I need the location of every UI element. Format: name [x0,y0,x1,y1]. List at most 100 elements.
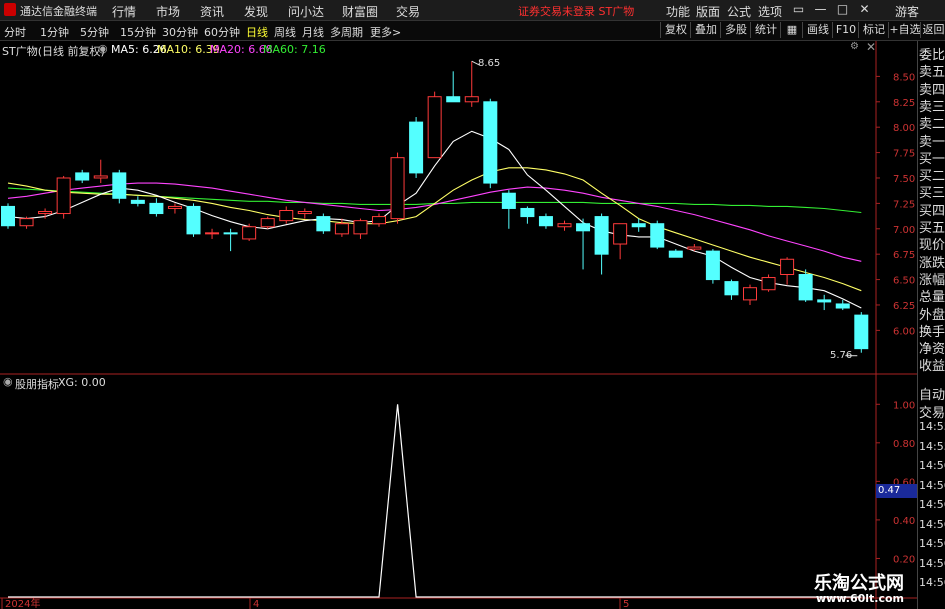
menu-ask[interactable]: 问小达 [288,3,324,20]
candle-body [687,246,702,250]
candle [705,249,720,284]
candle [353,218,368,239]
tab-30min[interactable]: 30分钟 [162,24,198,40]
candle-body [613,223,628,245]
menu-options[interactable]: 选项 [758,3,782,20]
candle [1,203,15,229]
side-label: 净资 [919,342,945,358]
menu-news[interactable]: 资讯 [200,3,224,20]
side-label: 现价 [919,238,945,254]
tab-15min[interactable]: 15分钟 [120,24,156,40]
grid-icon[interactable]: ▦ [780,22,803,38]
candle-body [427,96,442,159]
menu-layout[interactable]: 版面 [696,3,720,20]
minimize-icon[interactable]: — [812,1,829,18]
candle [798,269,813,302]
side-label: 卖三 [919,99,945,115]
candle [613,223,628,260]
candle [854,312,869,353]
candle-body [798,273,813,301]
candle [520,206,535,224]
candle-body [724,281,739,296]
statistics-button[interactable]: 统计 [750,22,781,38]
candle [19,216,34,229]
candle [724,279,739,300]
overlay-button[interactable]: 叠加 [690,22,721,38]
tab-5min[interactable]: 5分钟 [80,24,109,40]
indicator-axis: 1.000.800.600.400.20 [876,400,915,565]
price-tick-label: 6.00 [893,326,915,337]
side-label: 涨幅 [919,272,945,288]
side-label: 外盘 [919,307,945,323]
add-watchlist-button[interactable]: +自选 [888,22,921,38]
tab-weekly[interactable]: 周线 [274,24,296,40]
mark-button[interactable]: 标记 [858,22,889,38]
side-label: 买三 [919,186,945,202]
price-tick-label: 7.75 [893,149,915,160]
indicator-toggle-icon[interactable]: ◉ [3,375,13,388]
maximize-icon[interactable]: □ [834,1,851,18]
tab-1min[interactable]: 1分钟 [40,24,69,40]
candle-body [668,250,683,258]
tab-daily[interactable]: 日线 [246,24,268,40]
tab-60min[interactable]: 60分钟 [204,24,240,40]
candle [576,218,591,270]
price-tick-label: 6.50 [893,276,915,287]
candle [316,213,331,234]
adjust-button[interactable]: 复权 [660,22,691,38]
menu-market[interactable]: 市场 [156,3,180,20]
menu-wealth[interactable]: 财富圈 [342,3,378,20]
tab-multi-period[interactable]: 多周期 [330,24,363,40]
candle [205,228,220,239]
draw-line-button[interactable]: 画线 [802,22,833,38]
indicator-tick-label: 0.40 [893,516,915,527]
ma10-line [7,167,862,292]
indicator-tick-label: 0.20 [893,554,915,565]
back-button[interactable]: 返回 [920,22,945,38]
candle [780,257,795,285]
candle-body [557,223,572,228]
kline-chart[interactable]: 8.50 8.25 8.00 7.75 7.50 7.25 7.00 6.75 6.50 6.25… [0,41,917,609]
side-label: 卖一 [919,134,945,150]
menu-quotes[interactable]: 行情 [112,3,136,20]
menu-formula[interactable]: 公式 [727,3,751,20]
multi-stock-button[interactable]: 多股 [720,22,751,38]
tab-intraday[interactable]: 分时 [4,24,26,40]
candle-body [464,96,479,103]
candle [464,61,479,107]
candle-body [520,207,535,218]
side-label: 买五 [919,221,945,236]
trade-time: 14:56 [919,537,945,550]
login-notice[interactable]: 证券交易未登录 ST广物 [518,3,634,19]
menu-discover[interactable]: 发现 [244,3,268,20]
guest-label[interactable]: 游客 [895,3,919,20]
candle [501,190,516,229]
candle-body [19,218,34,227]
trade-time: 14:56 [919,478,945,492]
f10-button[interactable]: F10 [832,22,859,38]
tab-monthly[interactable]: 月线 [302,24,324,40]
candle [260,216,275,229]
menu-trade[interactable]: 交易 [396,3,420,20]
tab-more[interactable]: 更多> [370,24,401,40]
candle-body [705,250,720,281]
trade-time: 14:56 [919,576,945,589]
candle [372,213,386,227]
candle-body [743,287,757,301]
candle-body [279,209,294,222]
candlestick-series [1,60,869,357]
menu-function[interactable]: 功能 [666,3,690,20]
trade-time: 14:56 [919,517,945,531]
side-label: 卖四 [919,82,945,98]
candle [297,208,312,219]
candle [538,213,553,229]
candle [334,218,349,237]
candle [167,203,182,214]
low-price-label: 5.76 [830,350,853,361]
close-icon[interactable]: ✕ [856,1,873,18]
side-label: 收益 [919,359,945,375]
candle-body [38,211,53,215]
price-tick-label: 7.25 [893,199,915,210]
candle [130,196,145,207]
skin-icon[interactable]: ▭ [790,1,807,18]
